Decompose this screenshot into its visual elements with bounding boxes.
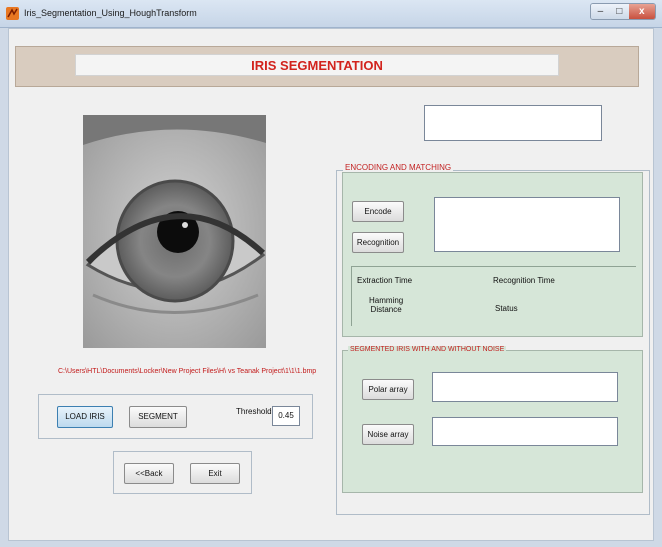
window-controls: – □ x (590, 3, 656, 20)
threshold-label: Threshold (236, 407, 272, 416)
image-path-label: C:\Users\HTL\Documents\Locker\New Projec… (58, 368, 317, 375)
window-title: Iris_Segmentation_Using_HoughTransform (24, 8, 197, 18)
close-button[interactable]: x (628, 4, 655, 19)
recognition-button[interactable]: Recognition (352, 232, 404, 253)
matlab-icon (6, 7, 19, 20)
encode-button[interactable]: Encode (352, 201, 404, 222)
result-display (424, 105, 602, 141)
extraction-time-label: Extraction Time (357, 276, 413, 285)
segmented-legend: SEGMENTED IRIS WITH AND WITHOUT NOISE (348, 346, 507, 353)
recognition-time-label: Recognition Time (493, 276, 555, 285)
encoding-output (434, 197, 620, 252)
maximize-button[interactable]: □ (609, 4, 629, 19)
segment-button[interactable]: SEGMENT (129, 406, 187, 428)
minimize-button[interactable]: – (591, 4, 610, 19)
back-button[interactable]: <<Back (124, 463, 174, 484)
polar-array-output (432, 372, 618, 402)
eye-picture (83, 115, 266, 348)
noise-array-button[interactable]: Noise array (362, 424, 414, 445)
polar-array-button[interactable]: Polar array (362, 379, 414, 400)
hamming-distance-label: Hamming Distance (369, 296, 404, 314)
iris-image (83, 115, 266, 348)
page-title: IRIS SEGMENTATION (75, 54, 559, 76)
load-iris-button[interactable]: LOAD IRIS (57, 406, 113, 428)
noise-array-output (432, 417, 618, 446)
exit-button[interactable]: Exit (190, 463, 240, 484)
threshold-input[interactable]: 0.45 (272, 406, 300, 426)
status-label: Status (495, 304, 518, 313)
encoding-legend: ENCODING AND MATCHING (343, 163, 454, 172)
